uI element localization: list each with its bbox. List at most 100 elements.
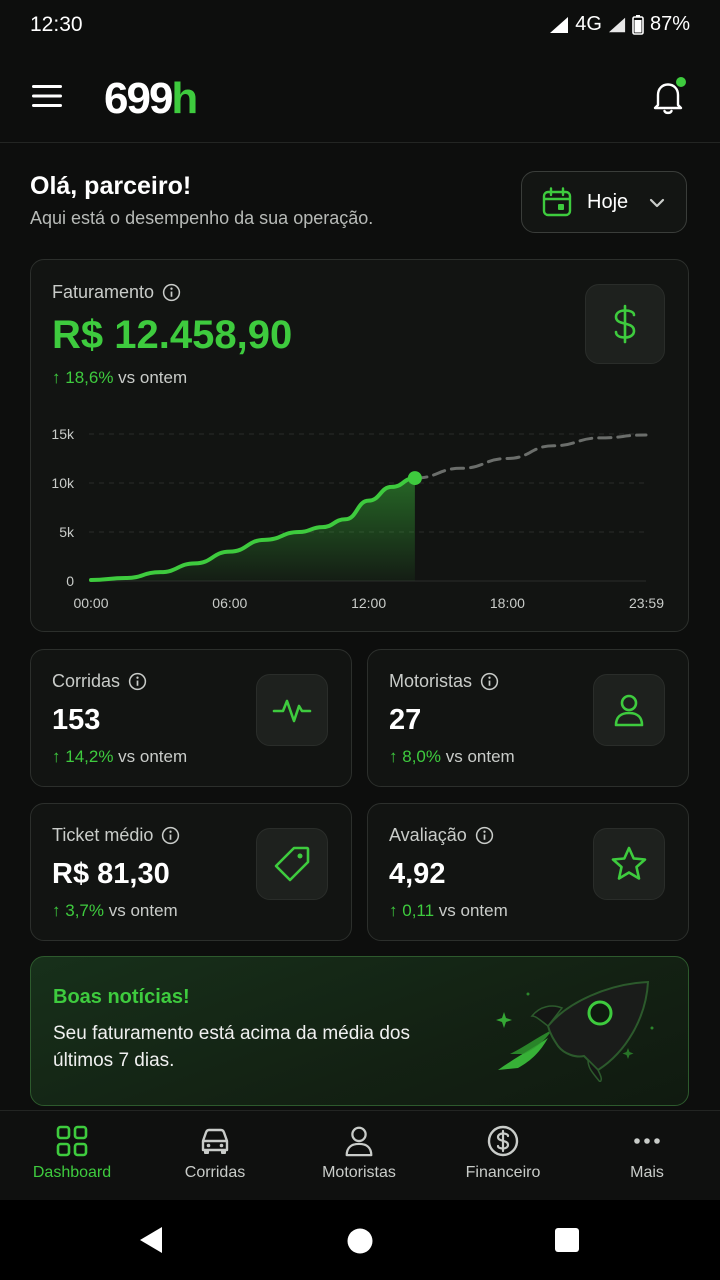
banner-title: Boas notícias! bbox=[53, 986, 190, 1008]
car-icon bbox=[201, 1128, 229, 1154]
nav-label: Motoristas bbox=[322, 1164, 396, 1181]
notifications-button[interactable] bbox=[648, 76, 690, 118]
chart-x-tick-label: 18:00 bbox=[490, 595, 525, 611]
nav-item-financeiro[interactable]: Financeiro bbox=[431, 1110, 575, 1200]
stat-value: 27 bbox=[389, 704, 422, 736]
stat-trend-value: 14,2% bbox=[65, 747, 114, 766]
stat-trend: ↑ 8,0% vs ontem bbox=[389, 747, 515, 767]
stat-icon-box bbox=[593, 674, 665, 746]
stat-label: Ticket médio bbox=[52, 825, 154, 845]
calendar-icon bbox=[542, 187, 572, 217]
chart-y-tick-label: 15k bbox=[51, 426, 75, 442]
stat-value: 4,92 bbox=[389, 858, 446, 890]
revenue-value: R$ 12.458,90 bbox=[52, 313, 293, 357]
chevron-down-icon bbox=[649, 198, 665, 208]
stat-label: Motoristas bbox=[389, 671, 473, 691]
network-label: 4G bbox=[575, 13, 602, 35]
more-icon bbox=[634, 1138, 660, 1144]
chart-x-tick-label: 00:00 bbox=[73, 595, 108, 611]
arrow-up-icon: ↑ bbox=[389, 901, 398, 920]
chart-y-tick-label: 5k bbox=[59, 524, 75, 540]
app-logo: 699h bbox=[104, 74, 198, 124]
tag-icon bbox=[274, 846, 310, 882]
stat-label-row: Ticket médio bbox=[52, 825, 180, 846]
stat-trend: ↑ 0,11 vs ontem bbox=[389, 901, 508, 921]
nav-item-corridas[interactable]: Corridas bbox=[143, 1110, 287, 1200]
chart-x-tick-label: 06:00 bbox=[212, 595, 247, 611]
stat-trend-suffix: vs ontem bbox=[438, 901, 508, 920]
rocket-icon bbox=[496, 980, 654, 1082]
info-icon[interactable] bbox=[128, 672, 147, 691]
chart-current-point bbox=[407, 471, 422, 486]
nav-item-motoristas[interactable]: Motoristas bbox=[287, 1110, 431, 1200]
logo-main: 699 bbox=[104, 74, 173, 123]
arrow-up-icon: ↑ bbox=[389, 747, 398, 766]
nav-label: Corridas bbox=[184, 1164, 246, 1181]
stat-label: Avaliação bbox=[389, 825, 467, 845]
info-icon[interactable] bbox=[162, 283, 181, 302]
stat-icon-box bbox=[256, 674, 328, 746]
nav-label: Financeiro bbox=[465, 1164, 541, 1181]
date-filter-label: Hoje bbox=[587, 191, 629, 213]
chart-x-tick-label: 23:59 bbox=[629, 595, 664, 611]
stat-trend-value: 3,7% bbox=[65, 901, 104, 920]
stat-trend-suffix: vs ontem bbox=[118, 747, 188, 766]
arrow-up-icon: ↑ bbox=[52, 901, 61, 920]
chart-area-fill bbox=[91, 478, 415, 581]
dollar-icon bbox=[614, 304, 636, 344]
revenue-trend-value: 18,6% bbox=[65, 368, 114, 387]
stat-icon-box bbox=[593, 828, 665, 900]
stat-trend-suffix: vs ontem bbox=[108, 901, 178, 920]
back-icon[interactable] bbox=[136, 1224, 166, 1256]
stat-trend: ↑ 3,7% vs ontem bbox=[52, 901, 178, 921]
greeting-title: Olá, parceiro! bbox=[30, 172, 192, 200]
revenue-label-row: Faturamento bbox=[52, 282, 181, 303]
star-icon bbox=[611, 846, 647, 880]
revenue-chart: 15k 10k 5k 0 00:00 06:00 12:00 18:00 23:59 bbox=[51, 426, 664, 611]
battery-icon bbox=[632, 14, 644, 35]
chart-line-projection bbox=[413, 433, 648, 480]
grid-icon bbox=[56, 1125, 88, 1157]
stat-value: R$ 81,30 bbox=[52, 858, 170, 890]
activity-icon bbox=[272, 699, 312, 723]
menu-button[interactable] bbox=[30, 82, 66, 112]
user-icon bbox=[614, 694, 644, 727]
nav-label: Dashboard bbox=[32, 1164, 112, 1181]
stat-trend: ↑ 14,2% vs ontem bbox=[52, 747, 187, 767]
info-icon[interactable] bbox=[480, 672, 499, 691]
nav-item-mais[interactable]: Mais bbox=[575, 1110, 719, 1200]
stat-value: 153 bbox=[52, 704, 101, 736]
home-icon[interactable] bbox=[346, 1227, 374, 1255]
stat-label-row: Motoristas bbox=[389, 671, 499, 692]
signal-icon bbox=[550, 16, 569, 33]
chart-y-tick-label: 0 bbox=[66, 573, 74, 589]
stat-label: Corridas bbox=[52, 671, 121, 691]
status-indicators: 4G 87% bbox=[549, 13, 690, 36]
revenue-label: Faturamento bbox=[52, 282, 155, 302]
revenue-trend-suffix: vs ontem bbox=[118, 368, 188, 387]
info-icon[interactable] bbox=[161, 826, 180, 845]
chart-y-tick-label: 10k bbox=[51, 475, 75, 491]
hamburger-icon bbox=[32, 85, 62, 107]
arrow-up-icon: ↑ bbox=[52, 368, 61, 387]
recents-icon[interactable] bbox=[554, 1227, 580, 1253]
stat-trend-value: 8,0% bbox=[402, 747, 441, 766]
nav-item-dashboard[interactable]: Dashboard bbox=[0, 1110, 144, 1200]
signal-icon-2 bbox=[608, 17, 626, 32]
user-icon bbox=[345, 1126, 373, 1157]
info-icon[interactable] bbox=[475, 826, 494, 845]
dollar-circle-icon bbox=[487, 1125, 519, 1157]
nav-label: Mais bbox=[630, 1164, 664, 1181]
greeting-subtitle: Aqui está o desempenho da sua operação. bbox=[30, 208, 374, 228]
stat-label-row: Corridas bbox=[52, 671, 147, 692]
stat-trend-suffix: vs ontem bbox=[445, 747, 515, 766]
revenue-trend: ↑ 18,6% vs ontem bbox=[52, 368, 187, 388]
revenue-icon-box bbox=[585, 284, 665, 364]
stat-label-row: Avaliação bbox=[389, 825, 494, 846]
logo-accent: h bbox=[171, 74, 198, 123]
stat-trend-value: 0,11 bbox=[402, 901, 435, 920]
stat-icon-box bbox=[256, 828, 328, 900]
banner-text: Seu faturamento está acima da média dos … bbox=[53, 1023, 410, 1071]
arrow-up-icon: ↑ bbox=[52, 747, 61, 766]
status-time: 12:30 bbox=[30, 13, 83, 36]
